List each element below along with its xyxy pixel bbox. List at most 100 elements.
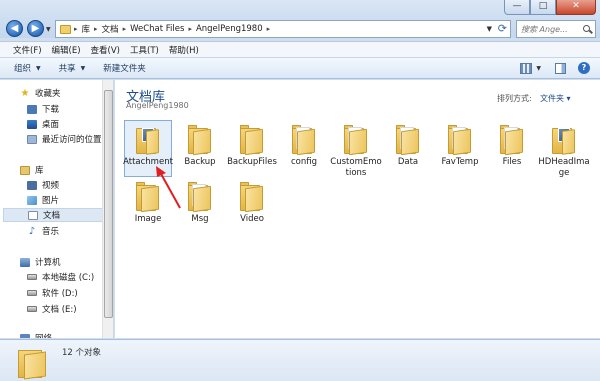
details-pane: 12 个对象	[0, 339, 600, 381]
folder-backup[interactable]: Backup	[174, 124, 226, 168]
share-label: 共享	[58, 64, 76, 74]
folder-files[interactable]: Files	[486, 124, 538, 168]
search-icon[interactable]	[583, 24, 591, 34]
breadcrumb-separator-icon[interactable]: ▸	[266, 25, 272, 33]
folder-icon	[344, 124, 368, 156]
sidebar-item-drive-d[interactable]: 软件 (D:)	[27, 286, 78, 300]
folder-favtemp[interactable]: FavTemp	[434, 124, 486, 168]
search-input[interactable]	[521, 24, 583, 34]
view-controls: ▼ ?	[520, 62, 590, 74]
breadcrumb-documents[interactable]: 文档	[99, 23, 122, 35]
chevron-down-icon[interactable]: ▼	[536, 65, 541, 72]
sidebar-item-label: 图片	[42, 196, 60, 206]
item-count: 12 个对象	[62, 348, 102, 358]
breadcrumb-wechat-files[interactable]: WeChat Files	[127, 24, 187, 34]
sidebar-item-favorites[interactable]: ★ 收藏夹	[20, 86, 61, 100]
menu-tools[interactable]: 工具(T)	[125, 44, 164, 56]
breadcrumb-user-folder[interactable]: AngelPeng1980	[193, 24, 266, 34]
folder-config[interactable]: config	[278, 124, 330, 168]
sidebar-item-label: 文档	[43, 211, 61, 221]
sidebar-item-label: 软件 (D:)	[42, 289, 78, 299]
folder-label: Video	[240, 214, 264, 224]
star-icon: ★	[20, 87, 30, 99]
folder-label: FavTemp	[441, 157, 479, 167]
desktop-icon	[27, 119, 37, 129]
sidebar-item-computer[interactable]: 计算机	[20, 255, 61, 269]
folder-label: BackupFiles	[227, 157, 277, 167]
back-button[interactable]: ◀	[6, 20, 23, 37]
folder-label: Data	[397, 157, 419, 167]
title-bar: — □ ✕ ◀ ▶ ▼ ▸ 库 ▸ 文档 ▸ WeChat Files ▸ An…	[0, 0, 600, 38]
close-button[interactable]: ✕	[556, 0, 596, 15]
sidebar-item-drive-e[interactable]: 文档 (E:)	[27, 302, 77, 316]
command-toolbar: 组织 ▼ 共享 ▼ 新建文件夹 ▼ ?	[0, 57, 600, 79]
sidebar-item-label: 计算机	[35, 258, 61, 268]
folder-icon	[18, 346, 48, 380]
folder-data[interactable]: Data	[382, 124, 434, 168]
organize-button[interactable]: 组织 ▼	[14, 62, 41, 74]
sidebar-item-videos[interactable]: 视频	[27, 178, 59, 192]
recent-places-icon	[27, 134, 37, 144]
folder-backupfiles[interactable]: BackupFiles	[226, 124, 278, 168]
folder-video[interactable]: Video	[226, 181, 278, 225]
folder-icon	[188, 124, 212, 156]
recent-pages-dropdown-icon[interactable]: ▼	[46, 26, 51, 33]
hard-drive-icon	[27, 306, 37, 312]
library-subtitle: AngelPeng1980	[126, 101, 189, 110]
hard-drive-icon	[27, 290, 37, 296]
new-folder-button[interactable]: 新建文件夹	[103, 62, 146, 74]
sidebar-item-drive-c[interactable]: 本地磁盘 (C:)	[27, 270, 94, 284]
arrange-by-dropdown[interactable]: 文件夹 ▾	[540, 93, 571, 104]
view-options-icon[interactable]	[520, 62, 533, 74]
sidebar-item-network[interactable]: 网络	[20, 331, 52, 338]
folder-icon	[448, 124, 472, 156]
search-box[interactable]	[516, 20, 596, 38]
menu-bar: 文件(F) 编辑(E) 查看(V) 工具(T) 帮助(H)	[0, 41, 600, 57]
folder-label: CustomEmotions	[330, 157, 382, 178]
video-icon	[27, 180, 37, 190]
navigation-pane: ★ 收藏夹 下载 桌面 最近访问的位置 库 视频 图片 文档 ♪ 音乐 计算机 …	[0, 80, 114, 338]
forward-button[interactable]: ▶	[27, 20, 44, 37]
sidebar-item-music[interactable]: ♪ 音乐	[27, 224, 59, 238]
folder-icon	[500, 124, 524, 156]
folder-icon	[136, 124, 160, 155]
sidebar-item-label: 音乐	[42, 227, 60, 237]
folder-customemotions[interactable]: CustomEmotions	[330, 124, 382, 179]
sidebar-item-label: 最近访问的位置	[42, 135, 102, 145]
preview-pane-icon[interactable]	[555, 62, 566, 74]
annotation-arrow-icon	[156, 166, 181, 209]
sidebar-item-desktop[interactable]: 桌面	[27, 117, 59, 131]
network-icon	[20, 333, 30, 338]
refresh-icon[interactable]: ⟳	[498, 22, 507, 35]
address-bar[interactable]: ▸ 库 ▸ 文档 ▸ WeChat Files ▸ AngelPeng1980 …	[55, 20, 511, 38]
folder-attachment[interactable]: Attachment	[122, 124, 174, 168]
help-icon[interactable]: ?	[578, 62, 590, 74]
sidebar-item-downloads[interactable]: 下载	[27, 102, 59, 116]
sidebar-item-pictures[interactable]: 图片	[27, 193, 59, 207]
menu-view[interactable]: 查看(V)	[86, 44, 125, 56]
address-dropdown-icon[interactable]: ▼	[487, 25, 492, 33]
menu-help[interactable]: 帮助(H)	[164, 44, 204, 56]
menu-file[interactable]: 文件(F)	[8, 44, 47, 56]
folder-label: config	[290, 157, 317, 167]
computer-icon	[20, 257, 30, 267]
window-controls: — □ ✕	[504, 0, 596, 15]
scrollbar-thumb[interactable]	[104, 90, 113, 318]
chevron-down-icon: ▼	[80, 64, 86, 72]
sidebar-scrollbar[interactable]	[102, 80, 113, 338]
sidebar-item-label: 库	[35, 166, 44, 176]
sidebar-item-recent[interactable]: 最近访问的位置	[27, 132, 102, 146]
chevron-down-icon: ▼	[36, 64, 41, 72]
documents-icon	[28, 210, 38, 220]
breadcrumb-library[interactable]: 库	[79, 23, 94, 35]
menu-edit[interactable]: 编辑(E)	[47, 44, 86, 56]
maximize-button[interactable]: □	[530, 0, 556, 15]
folder-icon	[396, 124, 420, 156]
minimize-button[interactable]: —	[504, 0, 530, 15]
share-button[interactable]: 共享 ▼	[59, 62, 86, 74]
sidebar-item-libraries[interactable]: 库	[20, 163, 44, 177]
folder-hdheadimage[interactable]: HDHeadImage	[538, 124, 590, 179]
sidebar-item-label: 桌面	[42, 120, 60, 130]
music-note-icon: ♪	[28, 225, 36, 237]
sidebar-item-documents[interactable]: 文档	[3, 208, 103, 222]
